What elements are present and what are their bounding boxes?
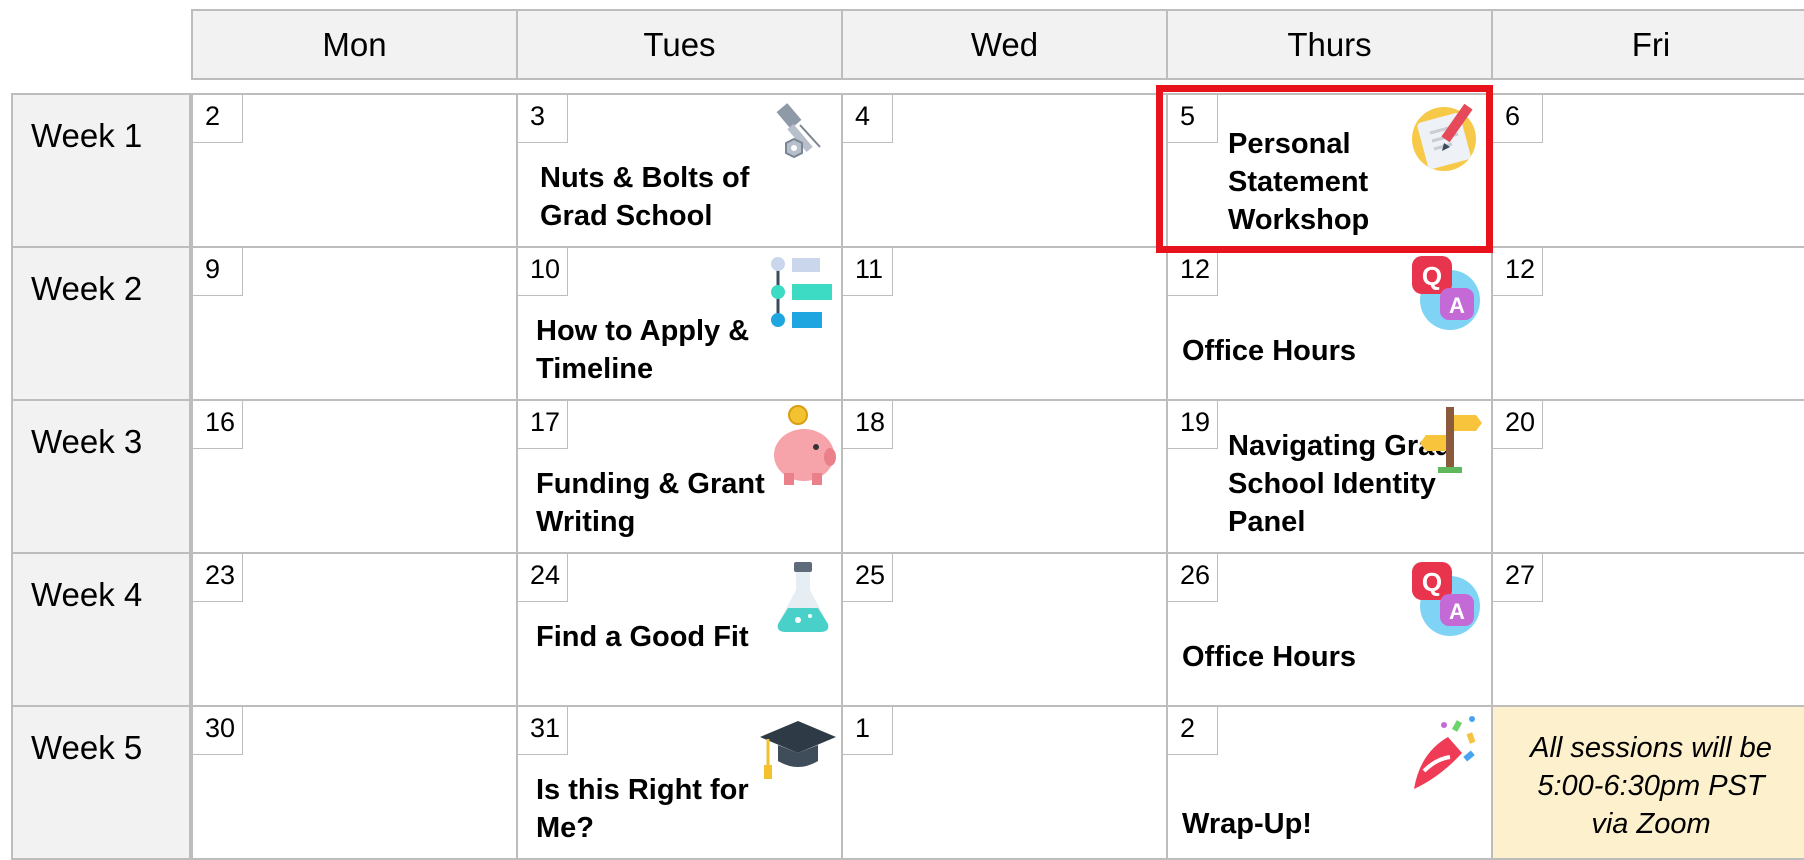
day-cell-w2-fri[interactable]: 12 [1491, 246, 1804, 401]
svg-text:Q: Q [1422, 261, 1442, 291]
date-number: 31 [518, 707, 568, 755]
svg-text:A: A [1449, 293, 1465, 318]
qa-icon: Q A [1412, 562, 1480, 636]
event-title: Office Hours [1182, 641, 1357, 673]
day-cell-w5-tue[interactable]: 31 Is this Right for Me? [516, 705, 843, 860]
day-cell-w2-mon[interactable]: 9 [191, 246, 518, 401]
day-cell-w4-thu[interactable]: 26 Office Hours Q A [1166, 552, 1493, 707]
nuts-bolts-icon [776, 103, 821, 159]
day-cell-w2-tue[interactable]: 10 How to Apply & Timeline [516, 246, 843, 401]
date-number: 3 [518, 95, 568, 143]
day-cell-w1-fri[interactable]: 6 [1491, 93, 1804, 248]
date-number: 4 [843, 95, 893, 143]
session-time-note: All sessions will be 5:00-6:30pm PST via… [1491, 705, 1804, 860]
svg-text:A: A [1449, 599, 1465, 624]
date-number: 26 [1168, 554, 1218, 602]
signpost-icon [1420, 407, 1482, 473]
week-label-2: Week 2 [11, 246, 191, 401]
party-popper-icon [1414, 716, 1476, 789]
date-number: 12 [1493, 248, 1543, 296]
date-number: 17 [518, 401, 568, 449]
event-title: Wrap-Up! [1182, 808, 1312, 840]
day-cell-w5-thu[interactable]: 2 Wrap-Up! [1166, 705, 1493, 860]
note-text: All sessions will be 5:00-6:30pm PST via… [1530, 732, 1772, 840]
day-cell-w3-mon[interactable]: 16 [191, 399, 518, 554]
svg-text:Q: Q [1422, 567, 1442, 597]
date-number: 19 [1168, 401, 1218, 449]
day-cell-w4-mon[interactable]: 23 [191, 552, 518, 707]
qa-icon: Q A [1412, 256, 1480, 330]
day-cell-w4-wed[interactable]: 25 [841, 552, 1168, 707]
date-number: 6 [1493, 95, 1543, 143]
event-title: Office Hours [1182, 335, 1357, 367]
day-cell-w3-tue[interactable]: 17 Funding & Grant Writing [516, 399, 843, 554]
header-wed: Wed [841, 9, 1168, 80]
date-number: 16 [193, 401, 243, 449]
selection-highlight [1156, 85, 1493, 253]
day-cell-w3-fri[interactable]: 20 [1491, 399, 1804, 554]
date-number: 24 [518, 554, 568, 602]
header-mon: Mon [191, 9, 518, 80]
day-cell-w3-wed[interactable]: 18 [841, 399, 1168, 554]
date-number: 10 [518, 248, 568, 296]
day-cell-w5-mon[interactable]: 30 [191, 705, 518, 860]
day-cell-w1-tue[interactable]: 3 Nuts & Bolts of Grad School [516, 93, 843, 248]
event-title: Funding & Grant Writing [536, 468, 765, 538]
date-number: 18 [843, 401, 893, 449]
date-number: 27 [1493, 554, 1543, 602]
day-cell-w2-wed[interactable]: 11 [841, 246, 1168, 401]
event-title: Is this Right for Me? [536, 774, 749, 844]
week-label-4: Week 4 [11, 552, 191, 707]
graduation-cap-icon [760, 721, 836, 779]
event-title: Find a Good Fit [536, 621, 749, 653]
day-cell-w2-thu[interactable]: 12 Office Hours Q A [1166, 246, 1493, 401]
day-cell-w3-thu[interactable]: 19 Navigating Grad School Identity Panel [1166, 399, 1493, 554]
week-label-1: Week 1 [11, 93, 191, 248]
date-number: 9 [193, 248, 243, 296]
date-number: 30 [193, 707, 243, 755]
date-number: 2 [1168, 707, 1218, 755]
date-number: 23 [193, 554, 243, 602]
week-label-3: Week 3 [11, 399, 191, 554]
header-thu: Thurs [1166, 9, 1493, 80]
date-number: 12 [1168, 248, 1218, 296]
day-cell-w1-wed[interactable]: 4 [841, 93, 1168, 248]
date-number: 2 [193, 95, 243, 143]
date-number: 11 [843, 248, 893, 296]
date-number: 1 [843, 707, 893, 755]
flask-icon [777, 562, 829, 632]
date-number: 25 [843, 554, 893, 602]
day-cell-w5-wed[interactable]: 1 [841, 705, 1168, 860]
timeline-icon [771, 257, 832, 328]
piggy-bank-icon [774, 405, 836, 485]
day-cell-w1-mon[interactable]: 2 [191, 93, 518, 248]
event-title: Nuts & Bolts of Grad School [540, 162, 750, 232]
header-fri: Fri [1491, 9, 1804, 80]
week-label-5: Week 5 [11, 705, 191, 860]
day-cell-w4-fri[interactable]: 27 [1491, 552, 1804, 707]
header-tue: Tues [516, 9, 843, 80]
date-number: 20 [1493, 401, 1543, 449]
day-cell-w4-tue[interactable]: 24 Find a Good Fit [516, 552, 843, 707]
